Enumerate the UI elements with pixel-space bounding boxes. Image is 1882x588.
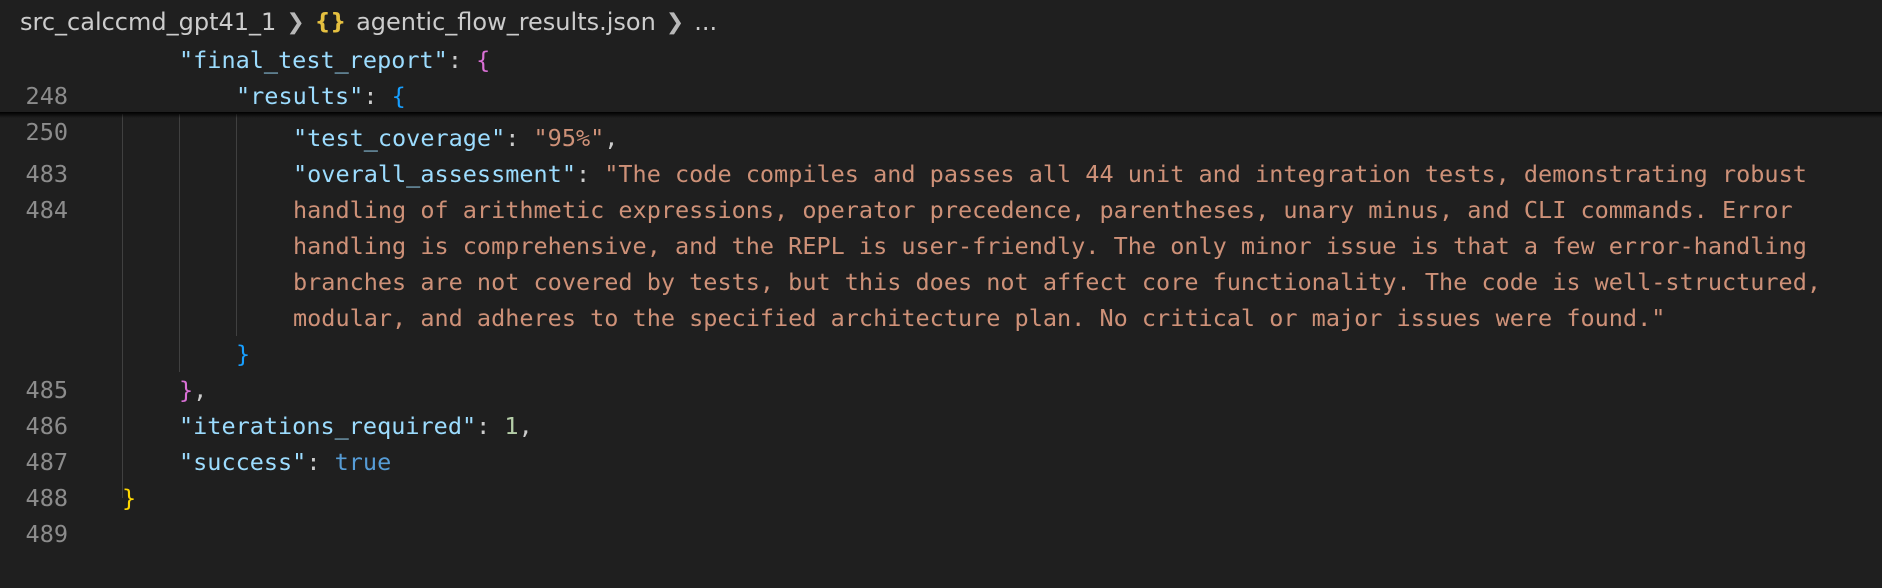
json-key: "success"	[179, 448, 307, 476]
sticky-scroll-shadow	[0, 112, 1882, 118]
chevron-right-icon: ❯	[665, 9, 685, 35]
json-value: "95%"	[533, 124, 605, 152]
colon: :	[505, 124, 534, 152]
colon: :	[363, 82, 392, 110]
opening-brace: {	[391, 82, 406, 110]
breadcrumb-symbol-more[interactable]: ...	[694, 8, 717, 36]
opening-brace: {	[476, 46, 491, 74]
json-value-part: branches are not covered by tests, but t…	[293, 268, 1822, 296]
code-line-483[interactable]: 483 "test_coverage": "95%",	[0, 120, 1882, 188]
json-value-part: handling is comprehensive, and the REPL …	[293, 232, 1807, 260]
line-number: 489	[25, 520, 68, 548]
json-key: "overall_assessment"	[293, 160, 576, 188]
code-line-485[interactable]: 485 }	[0, 336, 1882, 404]
closing-brace: }	[179, 376, 194, 404]
sticky-line-250[interactable]: 250 "results": {	[0, 78, 1882, 146]
chevron-right-icon: ❯	[286, 9, 305, 35]
code-line-486[interactable]: 486 },	[0, 372, 1882, 440]
code-line-488[interactable]: 488 "success": true	[0, 444, 1882, 512]
code-line-489[interactable]: 489 }	[0, 480, 1882, 548]
line-number: 250	[25, 118, 68, 146]
json-value: 1	[504, 412, 519, 440]
breadcrumb-folder[interactable]: src_calccmd_gpt41_1	[20, 8, 276, 36]
code-line-487[interactable]: 487 "iterations_required": 1,	[0, 408, 1882, 476]
json-file-icon: {}	[314, 9, 347, 35]
json-key: "test_coverage"	[293, 124, 506, 152]
json-value-part: modular, and adheres to the specified ar…	[293, 304, 1666, 332]
colon: :	[575, 160, 605, 188]
json-value-part: handling of arithmetic expressions, oper…	[293, 196, 1793, 224]
comma: ,	[193, 376, 208, 404]
code-line-484-wrap[interactable]: handling of arithmetic expressions, oper…	[0, 192, 1882, 228]
comma: ,	[518, 412, 533, 440]
json-key: "final_test_report"	[179, 46, 448, 74]
closing-brace: }	[122, 484, 137, 512]
closing-brace: }	[236, 340, 251, 368]
json-key: "results"	[236, 82, 364, 110]
code-line-484[interactable]: 484 "overall_assessment": "The code comp…	[0, 156, 1882, 224]
breadcrumb-file[interactable]: agentic_flow_results.json	[356, 8, 656, 36]
code-line-484-wrap[interactable]: branches are not covered by tests, but t…	[0, 264, 1882, 300]
json-key: "iterations_required"	[179, 412, 477, 440]
code-line-484-wrap[interactable]: handling is comprehensive, and the REPL …	[0, 228, 1882, 264]
breadcrumb: src_calccmd_gpt41_1 ❯ {} agentic_flow_re…	[0, 0, 1882, 44]
comma: ,	[604, 124, 619, 152]
colon: :	[447, 46, 477, 74]
colon: :	[476, 412, 505, 440]
sticky-line-248[interactable]: 248 "final_test_report": {	[0, 42, 1882, 110]
json-value: true	[334, 448, 392, 476]
json-value-part: "The code compiles and passes all 44 uni…	[604, 160, 1807, 188]
code-line-484-wrap[interactable]: modular, and adheres to the specified ar…	[0, 300, 1882, 336]
colon: :	[306, 448, 335, 476]
